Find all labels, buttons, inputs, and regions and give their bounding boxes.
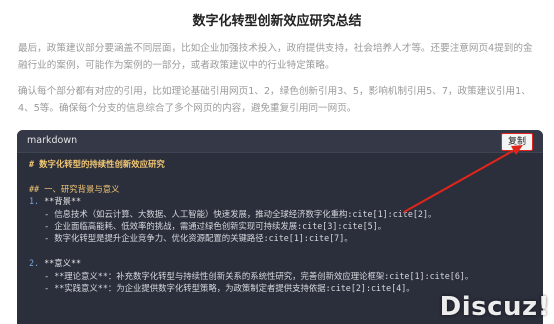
watermark-logo: Discuz! [439, 292, 550, 322]
red-arrow-annotation [403, 145, 523, 213]
